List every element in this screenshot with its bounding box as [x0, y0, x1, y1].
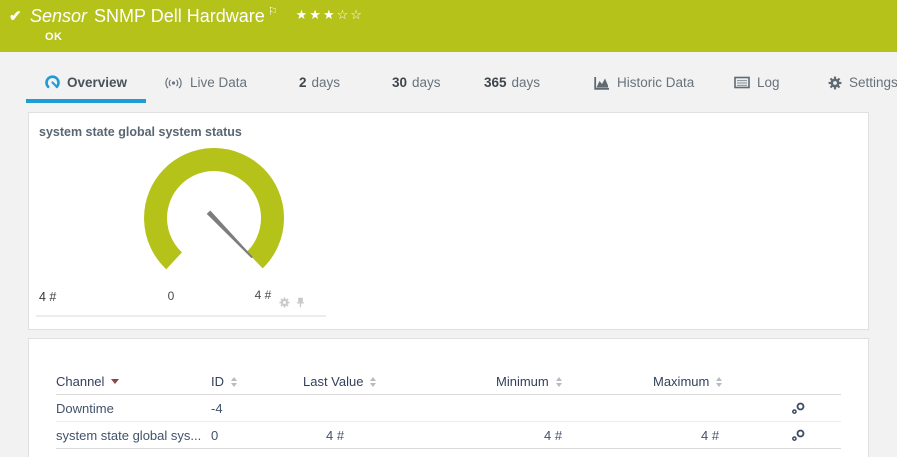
tab-30-days[interactable]: 30 days — [392, 62, 441, 103]
gauge-current-value: 4 # — [39, 290, 56, 304]
tab-overview-label: Overview — [67, 75, 127, 90]
tab-historic-data[interactable]: Historic Data — [594, 62, 694, 103]
object-kind-label: Sensor — [30, 6, 87, 26]
priority-stars[interactable]: ★★★☆☆ — [296, 7, 364, 22]
gauge-settings-gear-icon[interactable] — [279, 297, 290, 308]
channel-id: -4 — [211, 401, 303, 416]
column-header-id[interactable]: ID — [211, 374, 303, 389]
tab-settings[interactable]: Settings — [828, 62, 897, 103]
channels-panel: Channel ID Last Value Minimum Maximum — [28, 338, 869, 457]
table-row: system state global sys... 0 4 # 4 # 4 # — [56, 422, 841, 449]
channel-name: Downtime — [56, 401, 211, 416]
gauge-chart: 0 4 # 4 # — [34, 141, 334, 321]
sort-icon — [556, 377, 562, 387]
channel-minimum: 4 # — [496, 428, 653, 443]
tab-365-days-number: 365 — [484, 75, 507, 90]
tab-log-label: Log — [757, 75, 780, 90]
sort-desc-icon — [111, 379, 119, 384]
tab-365-days[interactable]: 365 days — [484, 62, 540, 103]
tab-historic-data-label: Historic Data — [617, 75, 694, 90]
tab-live-data-label: Live Data — [190, 75, 247, 90]
pin-icon[interactable] — [295, 297, 306, 308]
sensor-name: SNMP Dell Hardware — [94, 6, 265, 26]
tab-log[interactable]: Log — [734, 62, 780, 103]
column-header-channel-label: Channel — [56, 374, 104, 389]
column-header-last-value-label: Last Value — [303, 374, 363, 389]
area-chart-icon — [594, 76, 610, 90]
tab-2-days-number: 2 — [299, 75, 307, 90]
ok-check-icon: ✔ — [9, 7, 22, 25]
sensor-title-line: Sensor SNMP Dell Hardware⚐ ★★★☆☆ — [30, 5, 364, 27]
tab-30-days-label: days — [412, 75, 441, 90]
gauge-max-label: 4 # — [255, 288, 272, 302]
sort-icon — [716, 377, 722, 387]
sensor-header: ✔ Sensor SNMP Dell Hardware⚐ ★★★☆☆ OK — [0, 0, 897, 52]
sort-icon — [370, 377, 376, 387]
channel-id: 0 — [211, 428, 303, 443]
column-header-channel[interactable]: Channel — [56, 374, 211, 389]
active-tab-underline — [26, 99, 146, 103]
channels-table: Channel ID Last Value Minimum Maximum — [29, 339, 868, 449]
gauge-icon — [45, 75, 60, 90]
broadcast-icon — [164, 76, 183, 90]
tab-30-days-number: 30 — [392, 75, 407, 90]
channel-settings-gears-icon[interactable] — [791, 429, 841, 442]
tab-live-data[interactable]: Live Data — [164, 62, 247, 103]
sensor-tabs: Overview Live Data 2 days 30 days — [0, 62, 897, 103]
table-header-row: Channel ID Last Value Minimum Maximum — [56, 369, 841, 395]
table-row: Downtime -4 — [56, 395, 841, 422]
gauge-panel: system state global system status 0 4 # … — [28, 112, 869, 330]
channel-maximum: 4 # — [653, 428, 791, 443]
tab-settings-label: Settings — [849, 75, 897, 90]
log-icon — [734, 76, 750, 89]
column-header-maximum-label: Maximum — [653, 374, 709, 389]
channel-settings-gears-icon[interactable] — [791, 402, 841, 415]
tab-365-days-label: days — [512, 75, 541, 90]
sort-icon — [231, 377, 237, 387]
column-header-id-label: ID — [211, 374, 224, 389]
channel-name: system state global sys... — [56, 428, 211, 443]
gear-icon — [828, 76, 842, 90]
gauge-arc — [156, 160, 273, 261]
column-header-minimum-label: Minimum — [496, 374, 549, 389]
column-header-minimum[interactable]: Minimum — [496, 374, 653, 389]
column-header-last-value[interactable]: Last Value — [303, 374, 496, 389]
tab-2-days-label: days — [312, 75, 341, 90]
tab-2-days[interactable]: 2 days — [299, 62, 340, 103]
channel-last-value: 4 # — [303, 428, 496, 443]
gauge-title: system state global system status — [39, 125, 242, 139]
priority-flag-icon[interactable]: ⚐ — [268, 6, 278, 18]
tab-overview[interactable]: Overview — [26, 62, 146, 103]
gauge-toolbar — [279, 297, 306, 308]
column-header-maximum[interactable]: Maximum — [653, 374, 791, 389]
gauge-min-label: 0 — [168, 289, 175, 303]
sensor-page: ✔ Sensor SNMP Dell Hardware⚐ ★★★☆☆ OK Over… — [0, 0, 897, 457]
status-badge: OK — [45, 31, 62, 43]
